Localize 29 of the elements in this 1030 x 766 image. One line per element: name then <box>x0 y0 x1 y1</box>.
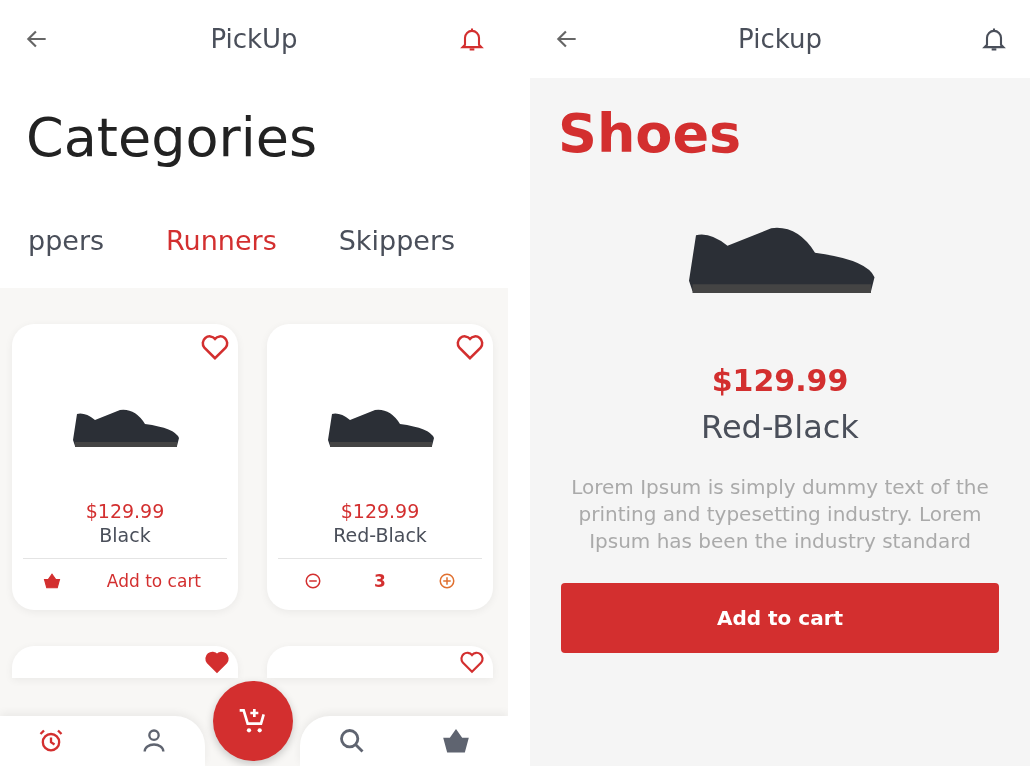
product-card[interactable]: $129.99 Red-Black 3 <box>267 324 493 610</box>
product-name: Red-Black <box>333 524 427 546</box>
page-heading: Categories <box>25 105 319 171</box>
heart-icon[interactable] <box>459 649 485 675</box>
plus-icon[interactable] <box>437 572 456 590</box>
screen-title: Pickup <box>738 24 822 54</box>
product-price: $129.99 <box>85 500 165 522</box>
screen-title: PickUp <box>210 24 298 54</box>
quantity: 3 <box>374 571 386 591</box>
heart-icon[interactable] <box>204 649 230 675</box>
category-tab[interactable]: Skippers <box>338 222 456 258</box>
product-description: Lorem Ipsum is simply dummy text of the printing and typesetting industry. Lorem Ipsum has been the industry standard <box>570 474 990 555</box>
product-name: Black <box>99 524 151 546</box>
product-card[interactable]: $129.99 Black Add to cart <box>12 324 238 610</box>
basket-icon[interactable] <box>442 727 470 755</box>
category-tab[interactable]: Runners <box>166 222 277 258</box>
heart-icon[interactable] <box>200 332 230 362</box>
product-card[interactable] <box>12 646 238 678</box>
product-price: $129.99 <box>340 500 420 522</box>
heart-icon[interactable] <box>455 332 485 362</box>
basket-icon[interactable] <box>42 572 61 590</box>
product-price: $129.99 <box>711 363 849 398</box>
search-icon[interactable] <box>338 727 366 755</box>
category-tab[interactable]: ppers <box>28 222 105 258</box>
product-name: Red-Black <box>701 408 859 446</box>
category-title: Shoes <box>557 101 742 165</box>
add-to-cart-link[interactable]: Add to cart <box>100 570 208 592</box>
add-to-cart-button[interactable]: Add to cart <box>561 583 999 653</box>
minus-icon[interactable] <box>304 572 322 590</box>
